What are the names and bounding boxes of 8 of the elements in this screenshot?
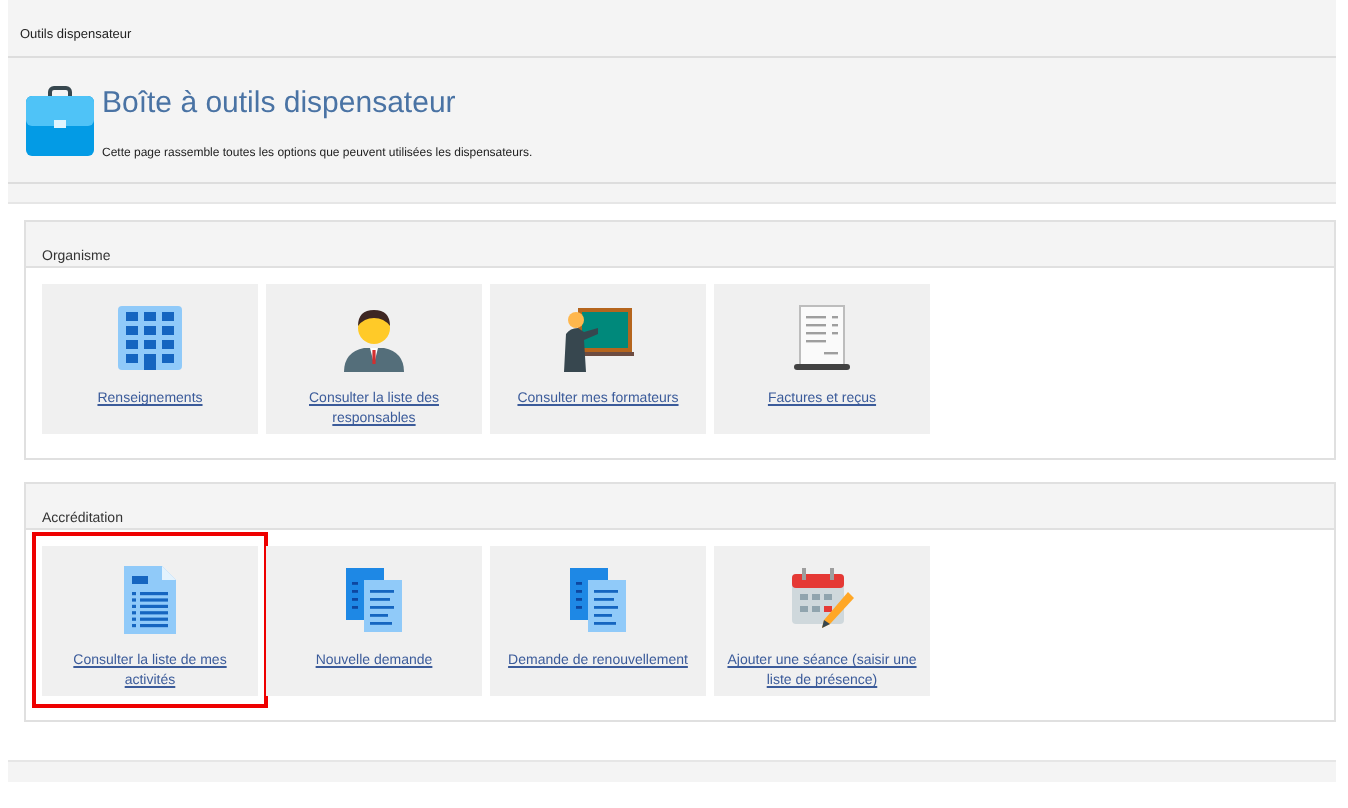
receipt-icon [788, 302, 856, 374]
document-icon [120, 564, 180, 636]
page-title: Boîte à outils dispensateur [102, 86, 458, 120]
building-icon [116, 302, 184, 374]
documents-icon [342, 564, 406, 636]
briefcase-icon [24, 86, 96, 158]
documents-icon [566, 564, 630, 636]
teacher-icon [562, 302, 634, 374]
